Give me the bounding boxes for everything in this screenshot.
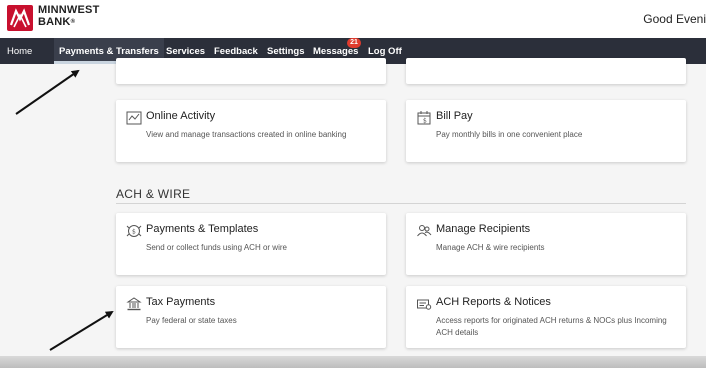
- arrow-to-payments-nav: [15, 69, 80, 115]
- arrow-to-tax-payments: [49, 310, 114, 351]
- annotation-arrows: [15, 69, 114, 351]
